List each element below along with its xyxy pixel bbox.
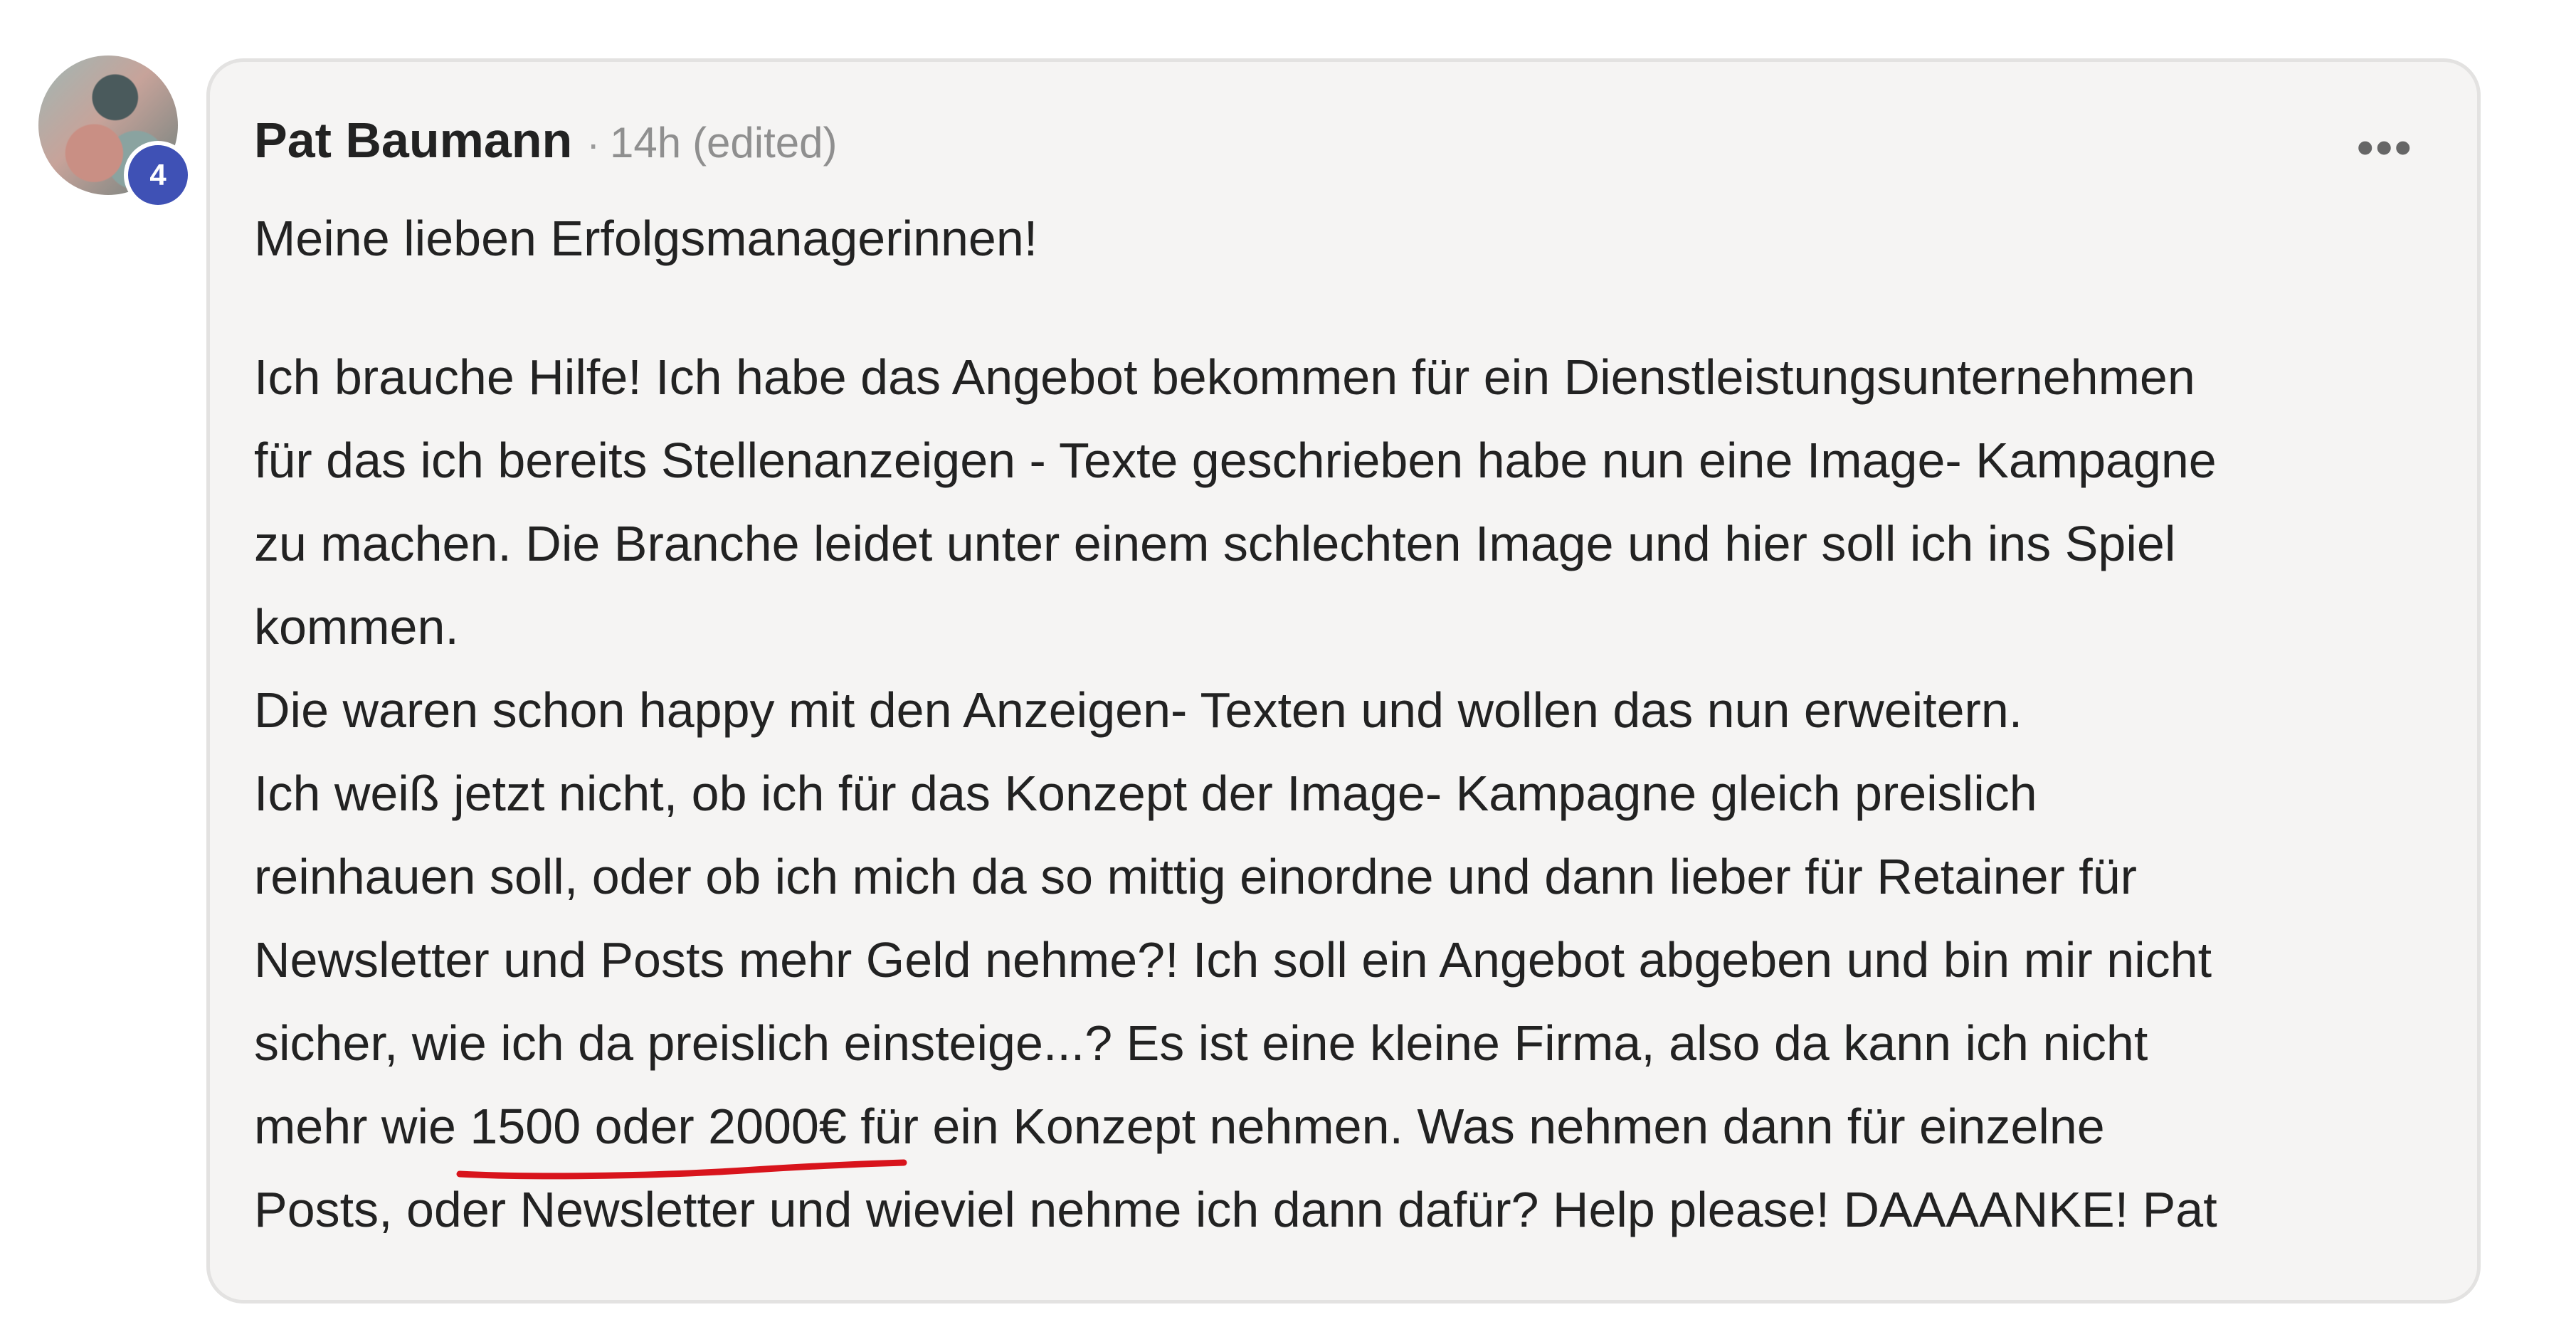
more-horizontal-icon: ••• [2356, 120, 2413, 175]
price-line-start: mehr wie [254, 1099, 470, 1154]
price-highlight-text: 1500 oder 2000€ [470, 1099, 847, 1154]
price-line: mehr wie 1500 oder 2000€ für ein Konzept… [254, 1085, 2432, 1180]
post-line: reinhauen soll, oder ob ich mich da so m… [254, 849, 2137, 904]
price-line-end: für ein Konzept nehmen. Was nehmen dann … [846, 1099, 2105, 1154]
price-highlight: 1500 oder 2000€ [456, 1085, 907, 1180]
post-timestamp[interactable]: 14h [610, 118, 681, 167]
post-line: sicher, wie ich da preislich einsteige..… [254, 1015, 2148, 1071]
edited-label: (edited) [692, 119, 838, 166]
post-line: Die waren schon happy mit den Anzeigen- … [254, 682, 2023, 738]
post-line: Newsletter und Posts mehr Geld nehme?! I… [254, 932, 2212, 988]
post-line: zu machen. Die Branche leidet unter eine… [254, 516, 2176, 571]
author-name[interactable]: Pat Baumann [254, 112, 572, 169]
post-line: Ich brauche Hilfe! Ich habe das Angebot … [254, 349, 2195, 405]
more-options-button[interactable]: ••• [2356, 119, 2413, 176]
post-page: 4 Pat Baumann · 14h (edited) ••• Meine l… [0, 0, 2576, 1322]
post-body: Meine lieben Erfolgsmanagerinnen! Ich br… [254, 197, 2432, 1252]
author-avatar-container[interactable]: 4 [38, 55, 192, 209]
post-card: Pat Baumann · 14h (edited) ••• Meine lie… [206, 58, 2481, 1304]
post-line: Ich weiß jetzt nicht, ob ich für das Kon… [254, 766, 2037, 821]
meta-separator: · [586, 121, 600, 166]
post-line: kommen. [254, 599, 459, 655]
post-greeting: Meine lieben Erfolgsmanagerinnen! [254, 211, 1038, 266]
post-line: für das ich bereits Stellenanzeigen - Te… [254, 433, 2217, 488]
post-header: Pat Baumann · 14h (edited) [254, 112, 838, 169]
red-underline-annotation [456, 1159, 907, 1180]
level-badge: 4 [124, 141, 192, 209]
